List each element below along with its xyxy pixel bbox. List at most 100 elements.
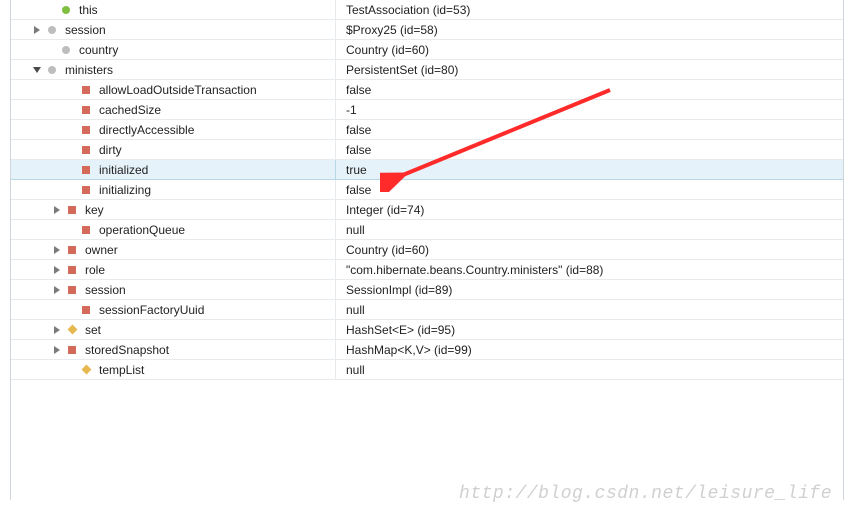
value-cell[interactable]: false <box>336 140 843 159</box>
tree-row[interactable]: session $Proxy25 (id=58) <box>11 20 843 40</box>
name-cell[interactable]: operationQueue <box>11 220 336 239</box>
variable-value: false <box>346 123 371 137</box>
variables-tree[interactable]: this TestAssociation (id=53) session $Proxy… <box>10 0 844 500</box>
value-cell[interactable]: Integer (id=74) <box>336 200 843 219</box>
variable-value: true <box>346 163 367 177</box>
tree-row[interactable]: ministers PersistentSet (id=80) <box>11 60 843 80</box>
variable-name: key <box>85 203 104 217</box>
variable-value: false <box>346 83 371 97</box>
variable-value: false <box>346 183 371 197</box>
value-cell[interactable]: false <box>336 120 843 139</box>
variable-type-icon <box>79 83 93 97</box>
name-cell[interactable]: storedSnapshot <box>11 340 336 359</box>
value-cell[interactable]: null <box>336 360 843 379</box>
value-cell[interactable]: true <box>336 160 843 179</box>
name-cell[interactable]: key <box>11 200 336 219</box>
tree-row[interactable]: storedSnapshot HashMap<K,V> (id=99) <box>11 340 843 360</box>
variable-type-icon <box>65 323 79 337</box>
tree-row[interactable]: session SessionImpl (id=89) <box>11 280 843 300</box>
name-cell[interactable]: directlyAccessible <box>11 120 336 139</box>
variable-type-icon <box>79 143 93 157</box>
variable-name: initializing <box>99 183 151 197</box>
value-cell[interactable]: TestAssociation (id=53) <box>336 0 843 19</box>
name-cell[interactable]: owner <box>11 240 336 259</box>
name-cell[interactable]: sessionFactoryUuid <box>11 300 336 319</box>
expand-arrow-right-icon[interactable] <box>31 24 43 36</box>
value-cell[interactable]: Country (id=60) <box>336 240 843 259</box>
value-cell[interactable]: HashSet<E> (id=95) <box>336 320 843 339</box>
value-cell[interactable]: -1 <box>336 100 843 119</box>
value-cell[interactable]: null <box>336 300 843 319</box>
tree-row[interactable]: directlyAccessible false <box>11 120 843 140</box>
name-cell[interactable]: allowLoadOutsideTransaction <box>11 80 336 99</box>
value-cell[interactable]: null <box>336 220 843 239</box>
variable-name: storedSnapshot <box>85 343 169 357</box>
variable-value: false <box>346 143 371 157</box>
name-cell[interactable]: role <box>11 260 336 279</box>
name-cell[interactable]: initialized <box>11 160 336 179</box>
name-cell[interactable]: cachedSize <box>11 100 336 119</box>
expand-arrow-down-icon[interactable] <box>31 64 43 76</box>
variable-value: "com.hibernate.beans.Country.ministers" … <box>346 263 603 277</box>
name-cell[interactable]: this <box>11 0 336 19</box>
tree-row[interactable]: role "com.hibernate.beans.Country.ministe… <box>11 260 843 280</box>
variable-value: Country (id=60) <box>346 243 429 257</box>
variable-value: TestAssociation (id=53) <box>346 3 470 17</box>
tree-row[interactable]: dirty false <box>11 140 843 160</box>
variable-value: Integer (id=74) <box>346 203 424 217</box>
variable-name: tempList <box>99 363 144 377</box>
name-cell[interactable]: tempList <box>11 360 336 379</box>
value-cell[interactable]: HashMap<K,V> (id=99) <box>336 340 843 359</box>
expand-arrow-right-icon[interactable] <box>51 264 63 276</box>
name-cell[interactable]: ministers <box>11 60 336 79</box>
value-cell[interactable]: $Proxy25 (id=58) <box>336 20 843 39</box>
tree-row[interactable]: country Country (id=60) <box>11 40 843 60</box>
variable-type-icon <box>45 63 59 77</box>
variable-value: SessionImpl (id=89) <box>346 283 452 297</box>
name-cell[interactable]: set <box>11 320 336 339</box>
variable-name: session <box>65 23 106 37</box>
value-cell[interactable]: "com.hibernate.beans.Country.ministers" … <box>336 260 843 279</box>
variable-type-icon <box>65 243 79 257</box>
variable-type-icon <box>65 263 79 277</box>
tree-row[interactable]: tempList null <box>11 360 843 380</box>
variable-type-icon <box>79 183 93 197</box>
expand-arrow-right-icon[interactable] <box>51 284 63 296</box>
variable-name: sessionFactoryUuid <box>99 303 204 317</box>
tree-row[interactable]: key Integer (id=74) <box>11 200 843 220</box>
variable-name: owner <box>85 243 118 257</box>
expand-arrow-right-icon[interactable] <box>51 344 63 356</box>
tree-row[interactable]: this TestAssociation (id=53) <box>11 0 843 20</box>
variable-type-icon <box>59 43 73 57</box>
name-cell[interactable]: session <box>11 280 336 299</box>
tree-row[interactable]: operationQueuenull <box>11 220 843 240</box>
value-cell[interactable]: SessionImpl (id=89) <box>336 280 843 299</box>
variable-value: PersistentSet (id=80) <box>346 63 458 77</box>
name-cell[interactable]: country <box>11 40 336 59</box>
variable-name: this <box>79 3 98 17</box>
variable-name: cachedSize <box>99 103 161 117</box>
tree-row[interactable]: setHashSet<E> (id=95) <box>11 320 843 340</box>
tree-row[interactable]: owner Country (id=60) <box>11 240 843 260</box>
variable-value: $Proxy25 (id=58) <box>346 23 438 37</box>
value-cell[interactable]: Country (id=60) <box>336 40 843 59</box>
name-cell[interactable]: dirty <box>11 140 336 159</box>
variable-name: country <box>79 43 118 57</box>
variable-type-icon <box>79 303 93 317</box>
tree-row[interactable]: initializing false <box>11 180 843 200</box>
variable-type-icon <box>59 3 73 17</box>
value-cell[interactable]: false <box>336 80 843 99</box>
tree-row[interactable]: sessionFactoryUuid null <box>11 300 843 320</box>
name-cell[interactable]: session <box>11 20 336 39</box>
value-cell[interactable]: false <box>336 180 843 199</box>
tree-row[interactable]: cachedSize -1 <box>11 100 843 120</box>
variable-name: session <box>85 283 126 297</box>
expand-arrow-right-icon[interactable] <box>51 324 63 336</box>
name-cell[interactable]: initializing <box>11 180 336 199</box>
tree-row[interactable]: allowLoadOutsideTransaction false <box>11 80 843 100</box>
variable-value: null <box>346 363 365 377</box>
expand-arrow-right-icon[interactable] <box>51 204 63 216</box>
value-cell[interactable]: PersistentSet (id=80) <box>336 60 843 79</box>
tree-row[interactable]: initialized true <box>11 160 843 180</box>
expand-arrow-right-icon[interactable] <box>51 244 63 256</box>
